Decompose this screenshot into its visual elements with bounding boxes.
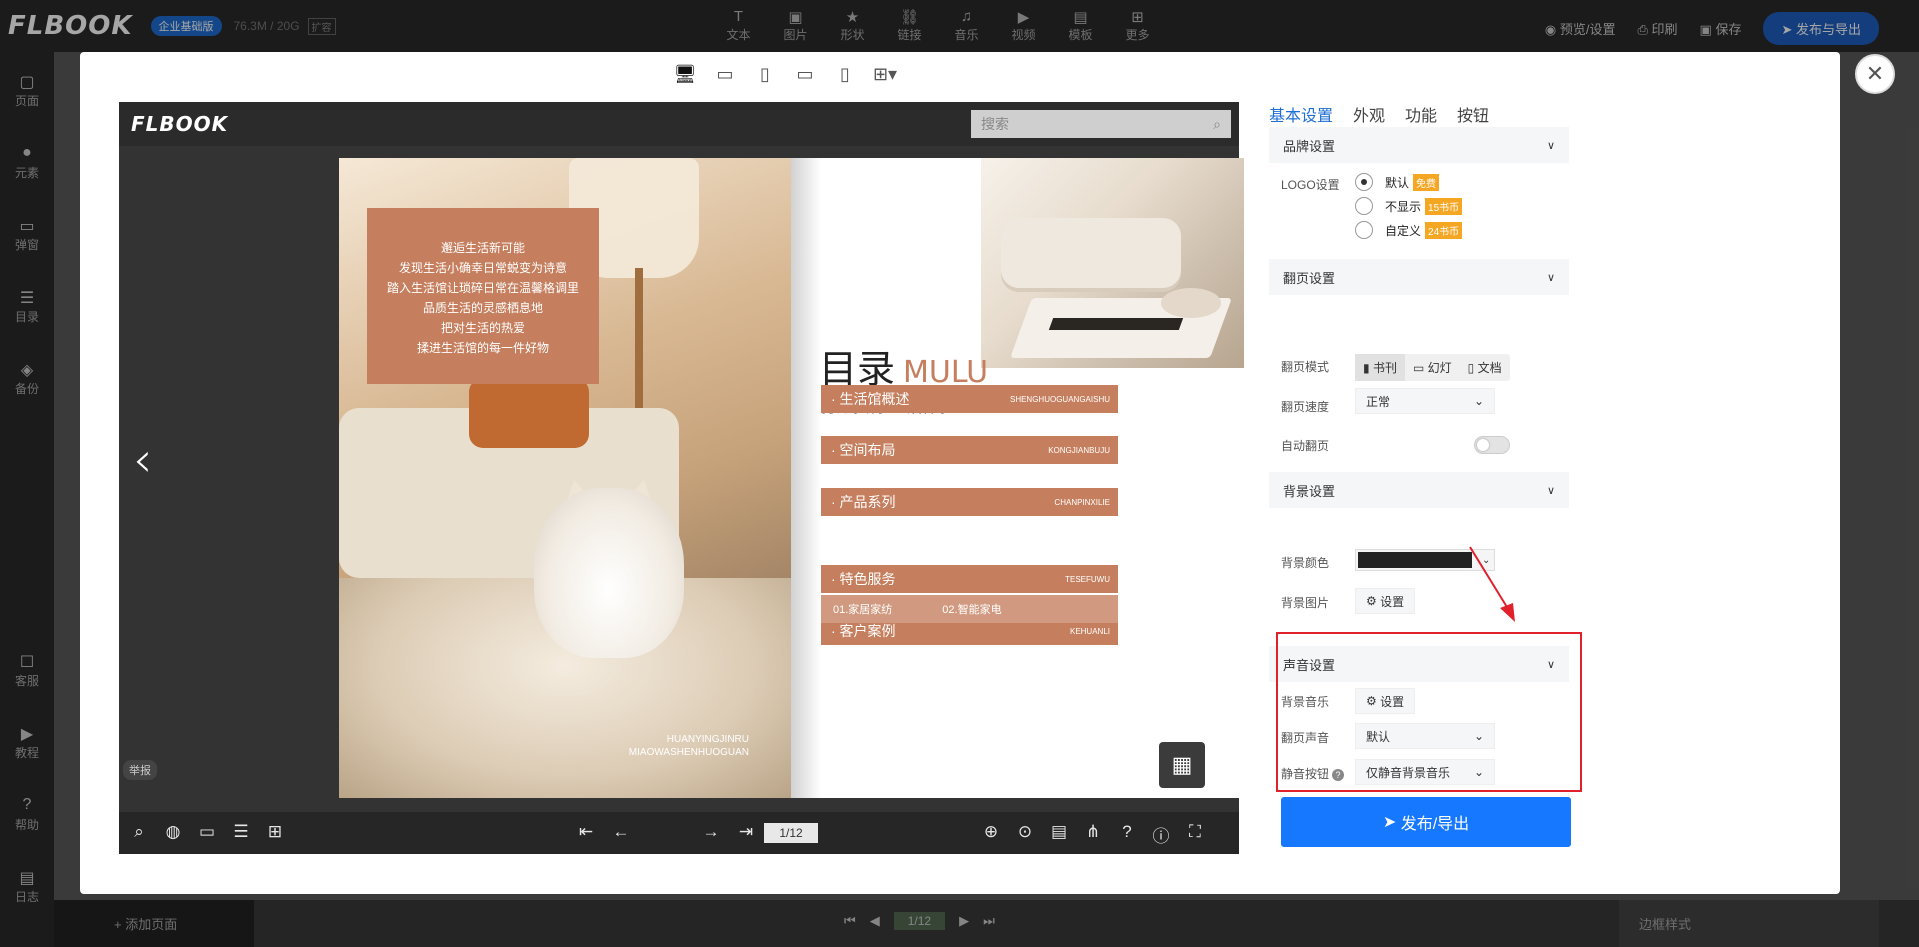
close-modal-button[interactable]: ✕ <box>1855 54 1895 94</box>
close-icon: ✕ <box>1865 61 1885 86</box>
annotation-arrow <box>1469 546 1515 622</box>
preview-settings-modal: 🖥 ▭ ▯ ▭ ▯ ⊞▾ FLBOOK 搜索 ⌕ ‹ › <box>80 52 1840 894</box>
